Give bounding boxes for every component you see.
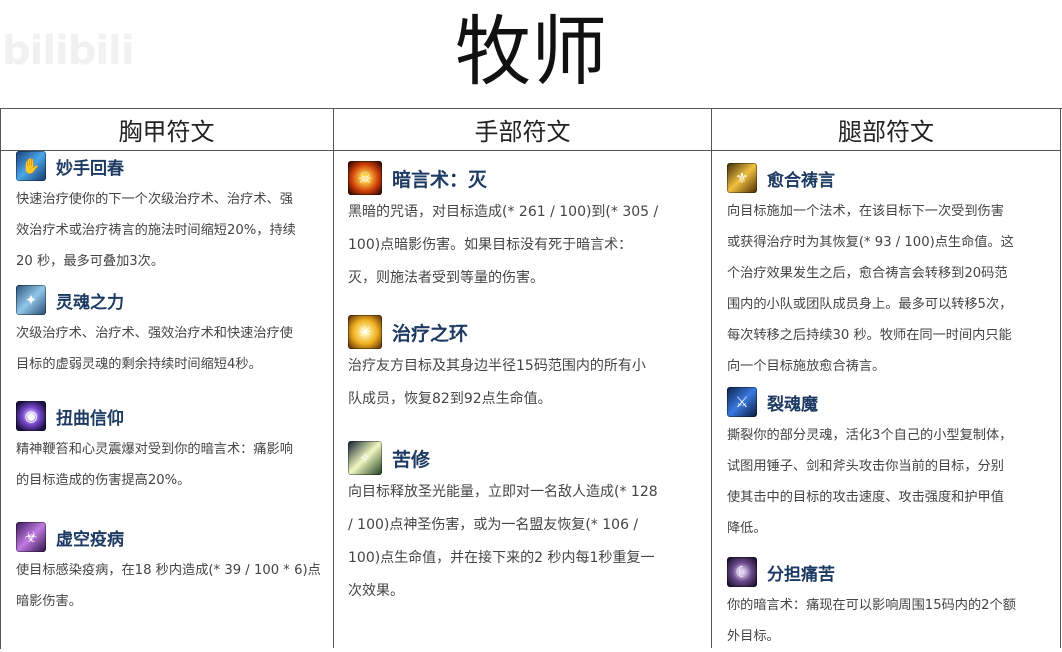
rune-description: 撕裂你的部分灵魂，活化3个自己的小型复制体， 试图用锤子、剑和斧头攻击你当前的目… [727, 428, 1013, 536]
rune-name: 裂魂魔 [767, 394, 818, 415]
page-title: 牧师 [455, 7, 607, 96]
twisted-faith-icon: ◉ [16, 401, 46, 431]
rune-entry: ☾ 分担痛苦 你的暗言术：痛现在可以影响周围15码内的2个额 外目标。 [727, 556, 1016, 652]
rune-entry: ⚔ 裂魂魔 撕裂你的部分灵魂，活化3个自己的小型复制体， 试图用锤子、剑和斧头攻… [727, 386, 1012, 544]
circle-of-healing-icon: ☀ [348, 315, 382, 349]
rune-description: 次级治疗术、治疗术、强效治疗术和快速治疗使 目标的虚弱灵魂的剩余持续时间缩短4秒… [16, 326, 293, 372]
rune-name: 扭曲信仰 [56, 408, 124, 429]
healing-hands-icon: ✋ [16, 151, 46, 181]
column-header-hands: 手部符文 [334, 108, 711, 151]
rune-entry: ✦ 灵魂之力 次级治疗术、治疗术、强效治疗术和快速治疗使 目标的虚弱灵魂的剩余持… [16, 284, 293, 380]
rune-name: 苦修 [392, 448, 431, 471]
soul-strength-icon: ✦ [16, 285, 46, 315]
penance-icon: ✧ [348, 441, 382, 475]
rune-reference-page: bilibili 牧师 胸甲符文 手部符文 腿部符文 ✋ 妙手回春 快速治疗使你… [0, 0, 1062, 649]
rune-description: 向目标释放圣光能量，立即对一名敌人造成(* 128 / 100)点神圣伤害，或为… [348, 484, 658, 599]
rune-entry: ☠ 暗言术：灭 黑暗的咒语，对目标造成(* 261 / 100)到(* 305 … [348, 161, 659, 295]
shadowfiend-icon: ⚔ [727, 387, 757, 417]
rune-description: 黑暗的咒语，对目标造成(* 261 / 100)到(* 305 / 100)点暗… [348, 204, 659, 286]
rune-description: 精神鞭笞和心灵震爆对受到你的暗言术：痛影响 的目标造成的伤害提高20%。 [16, 442, 293, 488]
rune-name: 治疗之环 [392, 322, 469, 345]
rune-name: 分担痛苦 [767, 564, 835, 585]
rune-entry: ⚜ 愈合祷言 向目标施加一个法术，在该目标下一次受到伤害 或获得治疗时为其恢复(… [727, 162, 1014, 382]
shared-pain-icon: ☾ [727, 557, 757, 587]
rune-name: 暗言术：灭 [392, 168, 488, 191]
rune-name: 愈合祷言 [767, 170, 835, 191]
rune-description: 使目标感染疫病，在18 秒内造成(* 39 / 100 * 6)点 暗影伤害。 [16, 563, 321, 609]
column-header-chest: 胸甲符文 [0, 108, 333, 151]
void-plague-icon: ☣ [16, 522, 46, 552]
column-divider [1060, 108, 1061, 648]
column-divider [711, 108, 712, 648]
rune-description: 你的暗言术：痛现在可以影响周围15码内的2个额 外目标。 [727, 598, 1016, 644]
column-header-legs: 腿部符文 [712, 108, 1060, 151]
rune-entry: ✋ 妙手回春 快速治疗使你的下一个次级治疗术、治疗术、强 效治疗术或治疗祷言的施… [16, 150, 296, 277]
rune-name: 灵魂之力 [56, 292, 124, 313]
rune-entry: ☀ 治疗之环 治疗友方目标及其身边半径15码范围内的所有小 队成员，恢复82到9… [348, 315, 646, 416]
rune-entry: ✧ 苦修 向目标释放圣光能量，立即对一名敌人造成(* 128 / 100)点神圣… [348, 441, 658, 608]
rune-description: 治疗友方目标及其身边半径15码范围内的所有小 队成员，恢复82到92点生命值。 [348, 358, 646, 407]
rune-description: 向目标施加一个法术，在该目标下一次受到伤害 或获得治疗时为其恢复(* 93 / … [727, 204, 1014, 374]
prayer-of-mending-icon: ⚜ [727, 163, 757, 193]
rune-entry: ☣ 虚空疫病 使目标感染疫病，在18 秒内造成(* 39 / 100 * 6)点… [16, 521, 321, 617]
column-divider [333, 108, 334, 648]
rune-description: 快速治疗使你的下一个次级治疗术、治疗术、强 效治疗术或治疗祷言的施法时间缩短20… [16, 192, 296, 269]
rune-name: 虚空疫病 [56, 529, 124, 550]
rune-entry: ◉ 扭曲信仰 精神鞭笞和心灵震爆对受到你的暗言术：痛影响 的目标造成的伤害提高2… [16, 400, 293, 496]
shadow-word-death-icon: ☠ [348, 161, 382, 195]
rune-name: 妙手回春 [56, 158, 124, 179]
